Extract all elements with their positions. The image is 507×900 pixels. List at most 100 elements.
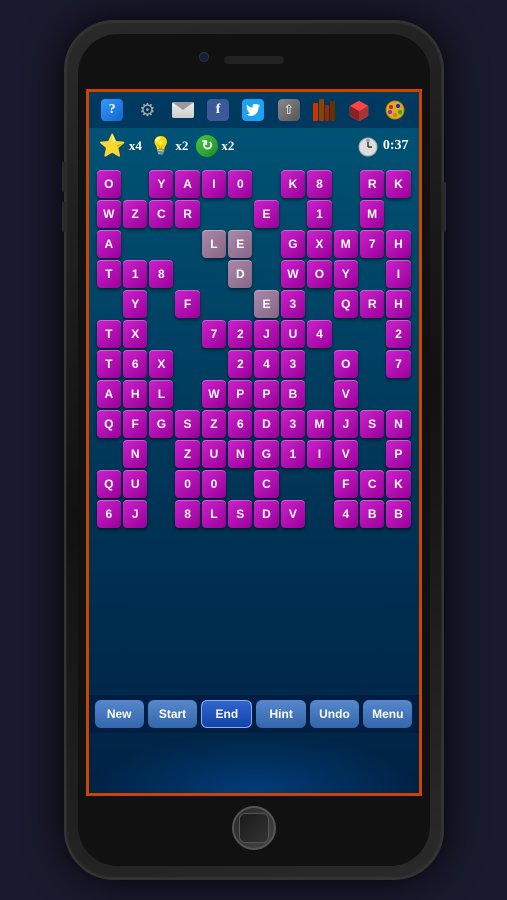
grid-cell[interactable]: Z bbox=[202, 410, 227, 438]
grid-cell[interactable]: F bbox=[175, 290, 199, 318]
grid-cell[interactable]: R bbox=[360, 170, 384, 198]
cube-button[interactable] bbox=[346, 97, 372, 123]
start-button[interactable]: Start bbox=[148, 700, 197, 728]
new-button[interactable]: New bbox=[95, 700, 144, 728]
grid-cell[interactable]: T bbox=[97, 350, 122, 378]
grid-cell[interactable]: R bbox=[175, 200, 199, 228]
grid-cell[interactable] bbox=[202, 290, 227, 318]
grid-cell[interactable]: M bbox=[307, 410, 331, 438]
grid-cell[interactable]: E bbox=[254, 290, 278, 318]
grid-cell[interactable]: 6 bbox=[228, 410, 252, 438]
volume-up-button[interactable] bbox=[62, 162, 66, 192]
grid-cell[interactable] bbox=[334, 320, 358, 348]
grid-cell[interactable] bbox=[386, 200, 410, 228]
grid-cell[interactable]: I bbox=[386, 260, 410, 288]
grid-cell[interactable]: C bbox=[254, 470, 278, 498]
grid-cell[interactable]: 1 bbox=[307, 200, 331, 228]
grid-cell[interactable] bbox=[97, 290, 122, 318]
grid-cell[interactable]: E bbox=[254, 200, 278, 228]
grid-cell[interactable]: 4 bbox=[254, 350, 278, 378]
grid-cell[interactable]: G bbox=[281, 230, 306, 258]
grid-cell[interactable]: 4 bbox=[334, 500, 358, 528]
grid-cell[interactable]: O bbox=[307, 260, 331, 288]
grid-cell[interactable] bbox=[149, 470, 173, 498]
grid-cell[interactable]: H bbox=[123, 380, 147, 408]
grid-cell[interactable]: 7 bbox=[386, 350, 410, 378]
grid-cell[interactable]: Y bbox=[149, 170, 173, 198]
grid-cell[interactable] bbox=[123, 170, 147, 198]
menu-button[interactable]: Menu bbox=[363, 700, 412, 728]
share-button[interactable]: ⇧ bbox=[276, 97, 302, 123]
grid-cell[interactable]: U bbox=[281, 320, 306, 348]
grid-cell[interactable]: B bbox=[360, 500, 384, 528]
grid-cell[interactable]: F bbox=[123, 410, 147, 438]
grid-cell[interactable]: C bbox=[360, 470, 384, 498]
grid-cell[interactable]: 3 bbox=[281, 350, 306, 378]
grid-cell[interactable]: Z bbox=[175, 440, 199, 468]
grid-cell[interactable] bbox=[360, 260, 384, 288]
grid-cell[interactable]: P bbox=[386, 440, 410, 468]
grid-cell[interactable] bbox=[307, 470, 331, 498]
grid-cell[interactable]: C bbox=[149, 200, 173, 228]
grid-cell[interactable]: U bbox=[123, 470, 147, 498]
grid-cell[interactable]: G bbox=[254, 440, 278, 468]
grid-cell[interactable]: S bbox=[228, 500, 252, 528]
grid-cell[interactable]: A bbox=[175, 170, 199, 198]
grid-cell[interactable]: 3 bbox=[281, 290, 306, 318]
grid-cell[interactable] bbox=[149, 440, 173, 468]
grid-cell[interactable]: J bbox=[334, 410, 358, 438]
grid-cell[interactable] bbox=[97, 440, 122, 468]
grid-cell[interactable]: Y bbox=[123, 290, 147, 318]
grid-cell[interactable] bbox=[202, 200, 227, 228]
grid-cell[interactable] bbox=[175, 380, 199, 408]
grid-cell[interactable] bbox=[175, 320, 199, 348]
grid-cell[interactable]: K bbox=[386, 170, 410, 198]
volume-down-button[interactable] bbox=[62, 202, 66, 232]
books-button[interactable] bbox=[311, 97, 337, 123]
grid-cell[interactable] bbox=[123, 230, 147, 258]
refresh-powerup[interactable]: ↻ x2 bbox=[196, 135, 234, 157]
grid-cell[interactable]: D bbox=[228, 260, 252, 288]
grid-cell[interactable] bbox=[360, 350, 384, 378]
grid-cell[interactable] bbox=[360, 440, 384, 468]
grid-cell[interactable]: L bbox=[149, 380, 173, 408]
grid-cell[interactable] bbox=[281, 470, 306, 498]
grid-cell[interactable]: Y bbox=[334, 260, 358, 288]
grid-cell[interactable] bbox=[228, 200, 252, 228]
grid-cell[interactable]: X bbox=[307, 230, 331, 258]
grid-cell[interactable]: X bbox=[149, 350, 173, 378]
grid-cell[interactable] bbox=[149, 290, 173, 318]
grid-cell[interactable]: I bbox=[307, 440, 331, 468]
grid-cell[interactable]: S bbox=[175, 410, 199, 438]
grid-cell[interactable] bbox=[281, 200, 306, 228]
grid-cell[interactable]: F bbox=[334, 470, 358, 498]
grid-cell[interactable]: J bbox=[123, 500, 147, 528]
grid-cell[interactable] bbox=[386, 380, 410, 408]
grid-cell[interactable] bbox=[202, 260, 227, 288]
grid-cell[interactable] bbox=[254, 230, 278, 258]
grid-cell[interactable]: H bbox=[386, 230, 410, 258]
grid-cell[interactable] bbox=[228, 290, 252, 318]
grid-cell[interactable] bbox=[202, 350, 227, 378]
grid-cell[interactable]: Q bbox=[97, 410, 122, 438]
home-button[interactable] bbox=[232, 806, 276, 850]
grid-cell[interactable] bbox=[307, 380, 331, 408]
grid-cell[interactable] bbox=[334, 170, 358, 198]
grid-cell[interactable]: V bbox=[334, 440, 358, 468]
grid-cell[interactable] bbox=[149, 320, 173, 348]
grid-cell[interactable]: 2 bbox=[386, 320, 410, 348]
grid-cell[interactable]: W bbox=[202, 380, 227, 408]
grid-cell[interactable]: O bbox=[334, 350, 358, 378]
grid-cell[interactable]: 8 bbox=[149, 260, 173, 288]
grid-cell[interactable]: V bbox=[334, 380, 358, 408]
grid-cell[interactable]: M bbox=[360, 200, 384, 228]
undo-button[interactable]: Undo bbox=[310, 700, 359, 728]
grid-cell[interactable]: 7 bbox=[202, 320, 227, 348]
grid-cell[interactable]: M bbox=[334, 230, 358, 258]
settings-button[interactable]: ⚙ bbox=[134, 97, 160, 123]
grid-cell[interactable]: W bbox=[281, 260, 306, 288]
grid-cell[interactable]: K bbox=[386, 470, 410, 498]
grid-cell[interactable] bbox=[360, 320, 384, 348]
grid-cell[interactable] bbox=[307, 290, 331, 318]
grid-cell[interactable]: D bbox=[254, 500, 278, 528]
